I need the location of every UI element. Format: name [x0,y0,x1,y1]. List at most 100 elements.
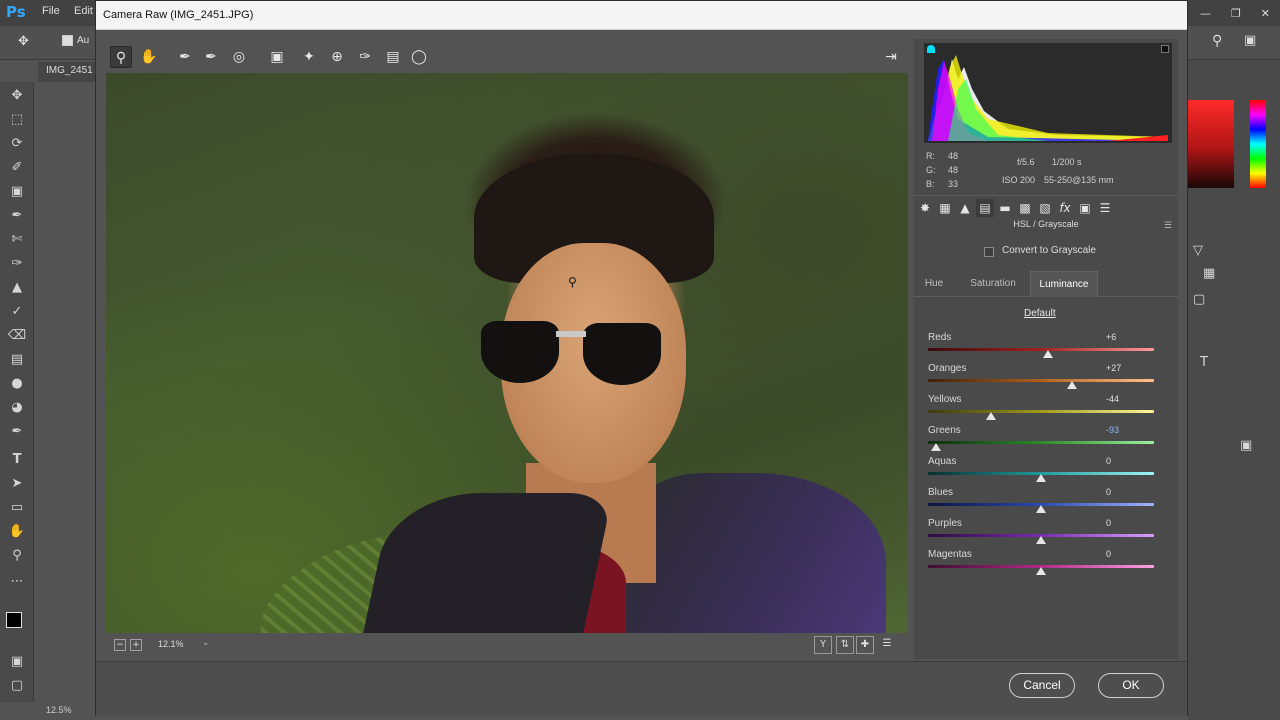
split-toning-icon[interactable]: ▬ [996,199,1014,217]
color-picker-field[interactable] [1188,100,1234,188]
default-link[interactable]: Default [1024,308,1056,319]
move-icon[interactable]: ✥ [7,86,27,106]
slider-value[interactable]: 0 [1106,487,1111,497]
slider-track[interactable] [928,410,1154,413]
open-preferences-icon[interactable]: ⇥ [880,46,902,68]
graduated-filter-icon[interactable]: ▤ [382,46,404,68]
slider-greens[interactable]: Greens -93 [928,425,1160,455]
text-layer-icon[interactable]: T [1200,355,1208,370]
quick-mask-icon[interactable]: ▣ [7,652,27,672]
stamp-icon[interactable]: ▲ [7,278,27,298]
slider-magentas[interactable]: Magentas 0 [928,549,1160,579]
zoom-dropdown-icon[interactable]: ⌄ [202,638,210,648]
preview-preferences-icon[interactable]: ☰ [878,636,896,654]
history-brush-icon[interactable]: ✓ [7,302,27,322]
hsl-panel-icon[interactable]: ▤ [976,199,994,217]
tone-curve-icon[interactable]: ▦ [936,199,954,217]
slider-value[interactable]: 0 [1106,549,1111,559]
color-sampler-icon[interactable]: ✒ [200,46,222,68]
type-icon[interactable]: T [7,450,27,470]
slider-value[interactable]: +6 [1106,332,1116,342]
slider-value[interactable]: -93 [1106,425,1119,435]
lasso-icon[interactable]: ⟳ [7,134,27,154]
dodge-icon[interactable]: ◕ [7,398,27,418]
blur-icon[interactable]: ● [7,374,27,394]
slider-yellows[interactable]: Yellows -44 [928,394,1160,424]
tab-luminance[interactable]: Luminance [1030,271,1098,297]
targeted-adjustment-icon[interactable]: ◎ [228,46,250,68]
hue-strip[interactable] [1250,100,1266,188]
hand-icon[interactable]: ✋ [7,522,27,542]
slider-thumb[interactable] [986,412,997,420]
slider-thumb[interactable] [1036,474,1046,482]
red-eye-icon[interactable]: ⊕ [326,46,348,68]
lens-corrections-icon[interactable]: ▩ [1016,199,1034,217]
auto-select-checkbox[interactable] [62,35,73,46]
quick-select-icon[interactable]: ✐ [7,158,27,178]
slider-reds[interactable]: Reds +6 [928,332,1160,362]
rectangle-icon[interactable]: ▭ [7,498,27,518]
slider-thumb[interactable] [1036,505,1046,513]
slider-blues[interactable]: Blues 0 [928,487,1160,517]
pen-icon[interactable]: ✒ [7,422,27,442]
zoom-icon[interactable]: ⚲ [7,546,27,566]
move-tool-icon[interactable]: ✥ [18,34,29,49]
slider-thumb[interactable] [1036,567,1046,575]
shadow-clipping-icon[interactable] [927,45,935,53]
adjustment-brush-icon[interactable]: ✑ [354,46,376,68]
zoom-out-icon[interactable]: − [114,639,126,651]
slider-track[interactable] [928,379,1154,382]
presets-icon[interactable]: ☰ [1096,199,1114,217]
crop-icon[interactable]: ▣ [7,182,27,202]
spot-removal-icon[interactable]: ✦ [298,46,320,68]
healing-icon[interactable]: ✄ [7,230,27,250]
camera-calibration-icon[interactable]: ▣ [1076,199,1094,217]
path-select-icon[interactable]: ➤ [7,474,27,494]
menu-edit[interactable]: Edit [74,5,93,17]
detail-panel-icon[interactable]: ▲ [956,199,974,217]
close-icon[interactable]: ✕ [1261,7,1270,20]
workspace-icon[interactable]: ▣ [1244,33,1256,48]
slider-oranges[interactable]: Oranges +27 [928,363,1160,393]
brush-icon[interactable]: ✑ [7,254,27,274]
slider-aquas[interactable]: Aquas 0 [928,456,1160,486]
slider-thumb[interactable] [930,443,941,451]
zoom-level[interactable]: 12.1% [158,639,184,649]
marquee-icon[interactable]: ⬚ [7,110,27,130]
image-preview[interactable]: ⚲ [106,73,908,633]
convert-grayscale-row[interactable]: Convert to Grayscale [984,245,1096,261]
eraser-icon[interactable]: ⌫ [7,326,27,346]
ok-button[interactable]: OK [1098,673,1164,698]
cycle-view-icon[interactable]: Y [814,636,832,654]
foreground-color-swatch[interactable] [6,612,22,628]
zoom-in-icon[interactable]: + [130,639,142,651]
slider-value[interactable]: 0 [1106,456,1111,466]
panel-menu-icon[interactable]: ☰ [1164,221,1172,231]
slider-value[interactable]: +27 [1106,363,1121,373]
radial-filter-icon[interactable]: ◯ [408,46,430,68]
restore-icon[interactable]: ❐ [1231,7,1241,20]
slider-purples[interactable]: Purples 0 [928,518,1160,548]
panel-icon[interactable]: ▢ [1193,292,1205,307]
slider-thumb[interactable] [1042,350,1053,358]
menu-file[interactable]: File [42,5,60,17]
slider-thumb[interactable] [1066,381,1077,389]
screen-mode-icon[interactable]: ▢ [7,676,27,696]
slider-value[interactable]: -44 [1106,394,1119,404]
search-icon[interactable]: ⚲ [1212,33,1222,49]
highlight-clipping-icon[interactable] [1161,45,1169,53]
copy-settings-icon[interactable]: ✚ [856,636,874,654]
filter-icon[interactable]: ▽ [1193,243,1203,258]
tab-hue[interactable]: Hue [916,271,952,297]
cancel-button[interactable]: Cancel [1009,673,1075,698]
lock-icon[interactable]: ▣ [1240,438,1252,453]
swap-settings-icon[interactable]: ⇅ [836,636,854,654]
document-tab[interactable]: IMG_2451 [38,62,98,82]
effects-icon[interactable]: fx [1056,199,1074,217]
slider-track[interactable] [928,348,1154,351]
tab-saturation[interactable]: Saturation [962,271,1024,297]
zoom-tool-icon[interactable]: ⚲ [110,46,132,68]
basic-panel-icon[interactable]: ✸ [916,199,934,217]
grid-icon[interactable]: ▦ [1203,266,1215,281]
slider-thumb[interactable] [1036,536,1046,544]
